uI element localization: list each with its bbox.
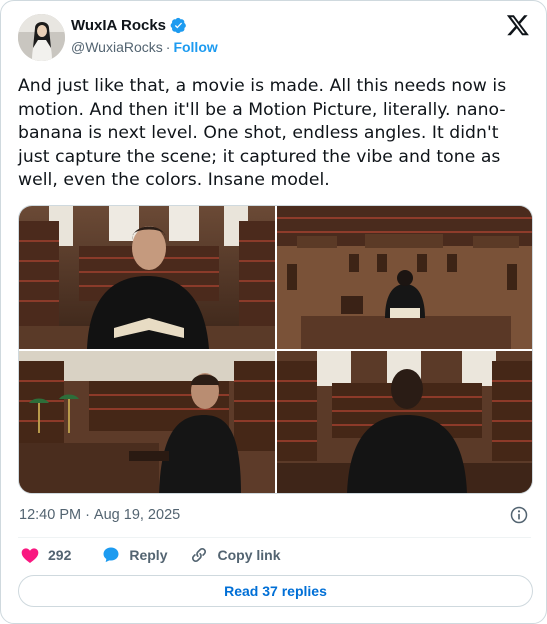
verified-badge-icon <box>170 17 186 34</box>
library-overhead-image <box>277 206 532 349</box>
tweet-text: And just like that, a movie is made. All… <box>18 76 507 190</box>
library-back-image <box>277 351 532 493</box>
media-image-2[interactable] <box>277 206 532 349</box>
media-image-4[interactable] <box>277 351 532 493</box>
library-closeup-image <box>19 206 275 349</box>
avatar-image <box>18 14 65 61</box>
reply-label: Reply <box>129 547 168 563</box>
x-logo-icon[interactable] <box>506 13 530 37</box>
avatar[interactable] <box>18 14 65 61</box>
action-bar: 292 Reply Copy link <box>20 544 281 566</box>
handle-separator: · <box>165 39 171 55</box>
tweet-date: Aug 19, 2025 <box>93 507 181 523</box>
media-image-1[interactable] <box>19 206 275 349</box>
reply-button[interactable]: Reply <box>101 545 167 565</box>
tweet-card: WuxIA Rocks @WuxiaRocks · Follow And jus… <box>0 0 547 624</box>
library-side-image <box>19 351 275 493</box>
media-image-3[interactable] <box>19 351 275 493</box>
tweet-time: 12:40 PM <box>19 507 82 523</box>
follow-button[interactable]: Follow <box>173 39 217 55</box>
speech-bubble-icon <box>103 547 119 563</box>
like-button[interactable]: 292 <box>20 545 101 565</box>
timestamp[interactable]: 12:40 PM · Aug 19, 2025 <box>19 507 180 523</box>
media-grid <box>18 205 533 494</box>
read-replies-button[interactable]: Read 37 replies <box>18 575 533 607</box>
author-handle[interactable]: @WuxiaRocks <box>71 39 163 55</box>
like-count: 292 <box>48 547 72 563</box>
copy-link-button[interactable]: Copy link <box>189 545 281 565</box>
author-handle-row: @WuxiaRocks · Follow <box>71 39 218 55</box>
time-separator: · <box>85 507 90 523</box>
info-icon[interactable] <box>509 505 529 525</box>
author-display-name[interactable]: WuxIA Rocks <box>71 17 166 34</box>
copy-link-label: Copy link <box>217 547 281 563</box>
link-icon <box>192 547 207 563</box>
divider <box>18 537 531 538</box>
heart-icon <box>21 548 39 563</box>
author-name-row: WuxIA Rocks <box>71 17 187 34</box>
